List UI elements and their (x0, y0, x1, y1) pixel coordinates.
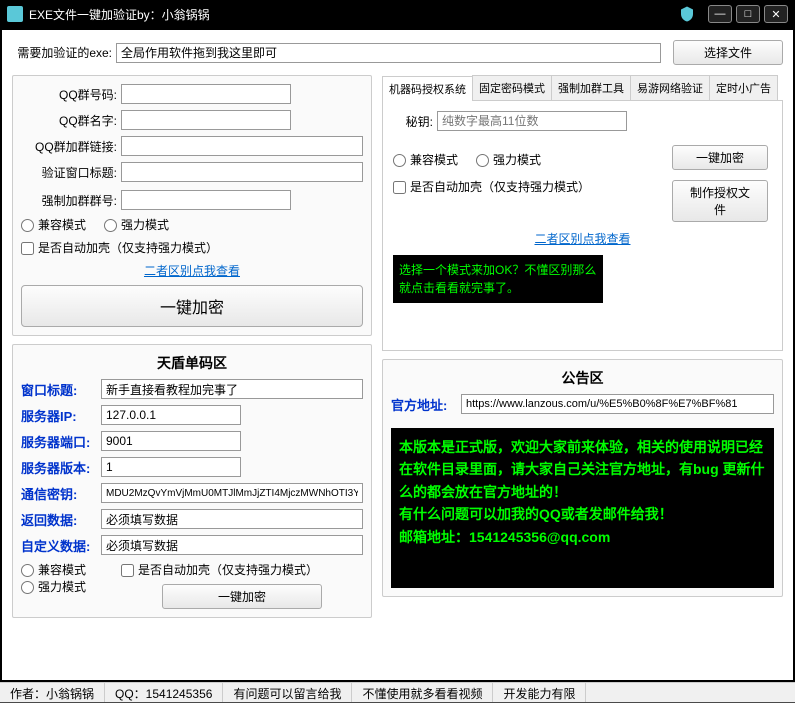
official-label: 官方地址: (391, 395, 461, 414)
shield-icon (678, 5, 696, 23)
close-button[interactable]: ✕ (764, 5, 788, 23)
exe-path-input[interactable] (116, 43, 661, 63)
td-autoshell-check[interactable]: 是否自动加壳（仅支持强力模式） (121, 563, 318, 577)
qq-group-link-label: QQ群加群链接: (21, 138, 117, 155)
tab-machine-auth[interactable]: 机器码授权系统 (382, 76, 473, 101)
mode-hint-box: 选择一个模式来加OK？不懂区别那么就点击看看就完事了。 (393, 255, 603, 303)
qq-group-link-input[interactable] (121, 136, 363, 156)
td-key-input[interactable] (101, 483, 363, 503)
qq-group-name-input[interactable] (121, 110, 291, 130)
verify-title-label: 验证窗口标题: (21, 164, 117, 181)
window-title: EXE文件一键加验证by：小翁锅锅 (29, 6, 678, 23)
minimize-button[interactable]: — (708, 5, 732, 23)
tiandun-title: 天盾单码区 (21, 353, 363, 373)
status-msg2: 不懂使用就多看看视频 (352, 683, 493, 702)
exe-path-label: 需要加验证的exe: (12, 44, 112, 61)
notice-title: 公告区 (391, 368, 774, 388)
td-ip-input[interactable] (101, 405, 241, 425)
tab-timed-ad[interactable]: 定时小广告 (709, 75, 778, 100)
verify-title-input[interactable] (121, 162, 363, 182)
left-compat-radio[interactable]: 兼容模式 (21, 216, 86, 233)
status-msg3: 开发能力有限 (493, 683, 586, 702)
left-encrypt-button[interactable]: 一键加密 (21, 285, 363, 327)
td-port-label: 服务器端口: (21, 432, 101, 451)
status-author: 作者：小翁锅锅 (0, 683, 105, 702)
qq-group-name-label: QQ群名字: (21, 112, 117, 129)
td-return-input[interactable] (101, 509, 363, 529)
announcement-box: 本版本是正式版，欢迎大家前来体验，相关的使用说明已经在软件目录里面，请大家自己关… (391, 428, 774, 588)
left-autoshell-check[interactable]: 是否自动加壳（仅支持强力模式） (21, 241, 218, 255)
td-custom-input[interactable] (101, 535, 363, 555)
qq-group-no-input[interactable] (121, 84, 291, 104)
td-port-input[interactable] (101, 431, 241, 451)
official-url-input[interactable] (461, 394, 774, 414)
td-wintitle-input[interactable] (101, 379, 363, 399)
maximize-button[interactable]: □ (736, 5, 760, 23)
td-strong-radio[interactable]: 强力模式 (21, 580, 86, 594)
tab-yiyou[interactable]: 易游网络验证 (630, 75, 710, 100)
force-group-input[interactable] (121, 190, 291, 210)
td-return-label: 返回数据: (21, 510, 101, 529)
tab-fixed-pwd[interactable]: 固定密码模式 (472, 75, 552, 100)
left-diff-link[interactable]: 二者区别点我查看 (144, 264, 240, 278)
tab-encrypt-button[interactable]: 一键加密 (672, 145, 768, 170)
secret-label: 秘钥: (393, 113, 433, 130)
tab-strong-radio[interactable]: 强力模式 (476, 151, 541, 168)
tab-diff-link[interactable]: 二者区别点我查看 (534, 232, 630, 246)
app-icon (7, 6, 23, 22)
select-file-button[interactable]: 选择文件 (673, 40, 783, 65)
qq-group-no-label: QQ群号码: (21, 86, 117, 103)
td-ver-input[interactable] (101, 457, 241, 477)
secret-input[interactable] (437, 111, 627, 131)
td-custom-label: 自定义数据: (21, 536, 101, 555)
status-msg1: 有问题可以留言给我 (223, 683, 352, 702)
td-key-label: 通信密钥: (21, 484, 101, 503)
tab-autoshell-check[interactable]: 是否自动加壳（仅支持强力模式） (393, 180, 590, 194)
status-qq: QQ：1541245356 (105, 683, 223, 702)
td-ip-label: 服务器IP: (21, 406, 101, 425)
td-compat-radio[interactable]: 兼容模式 (21, 563, 86, 577)
td-encrypt-button[interactable]: 一键加密 (162, 584, 322, 609)
force-group-label: 强制加群群号: (21, 192, 117, 209)
left-strong-radio[interactable]: 强力模式 (104, 216, 169, 233)
make-auth-button[interactable]: 制作授权文件 (672, 180, 768, 222)
tab-force-group[interactable]: 强制加群工具 (551, 75, 631, 100)
td-ver-label: 服务器版本: (21, 458, 101, 477)
td-wintitle-label: 窗口标题: (21, 380, 101, 399)
tab-compat-radio[interactable]: 兼容模式 (393, 151, 458, 168)
